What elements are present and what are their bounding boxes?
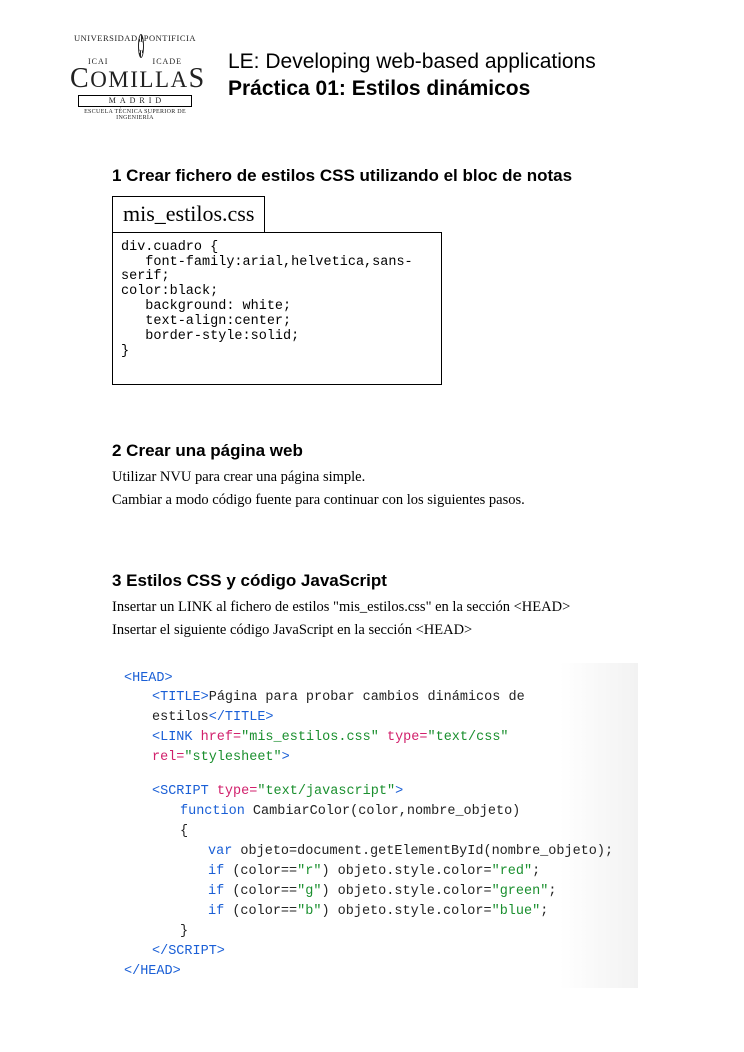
section-1-title: 1 Crear fichero de estilos CSS utilizand… — [112, 166, 674, 186]
code-if-cond-1: color== — [240, 864, 297, 879]
code-g-lit: "g" — [297, 884, 321, 899]
code-assign-1: objeto.style.color= — [338, 864, 492, 879]
css-file-tab: mis_estilos.css — [112, 196, 265, 233]
code-link-type: text/css — [436, 730, 501, 745]
css-file-body: div.cuadro { font-family:arial,helvetica… — [112, 232, 442, 385]
code-var-line: objeto=document.getElementById(nombre_ob… — [240, 844, 613, 859]
logo-madrid: MADRID — [78, 95, 192, 107]
code-assign-2: objeto.style.color= — [338, 884, 492, 899]
section-2-title: 2 Crear una página web — [112, 441, 674, 461]
head-code-block: <HEAD> <TITLE>Página para probar cambios… — [116, 663, 638, 989]
logo-name: COMILLAS — [70, 64, 200, 93]
code-link-href: mis_estilos.css — [249, 730, 371, 745]
code-green: "green" — [492, 884, 549, 899]
section-3-title: 3 Estilos CSS y código JavaScript — [112, 571, 674, 591]
section-3-p2: Insertar el siguiente código JavaScript … — [112, 622, 674, 639]
header-titles: LE: Developing web-based applications Pr… — [228, 34, 596, 101]
code-script-type: text/javascript — [265, 784, 387, 799]
code-if-cond-2: color== — [240, 884, 297, 899]
code-red: "red" — [492, 864, 533, 879]
section-2-p1: Utilizar NVU para crear una página simpl… — [112, 469, 674, 486]
university-logo: UNIVERSIDAD PONTIFICIA ICAI ICADE COMILL… — [70, 34, 200, 122]
content: 1 Crear fichero de estilos CSS utilizand… — [60, 166, 684, 988]
code-link-rel: stylesheet — [193, 750, 274, 765]
logo-school: ESCUELA TÉCNICA SUPERIOR DE INGENIERÍA — [70, 109, 200, 122]
code-b-lit: "b" — [297, 904, 321, 919]
logo-top-right: PONTIFICIA — [144, 34, 196, 58]
logo-top-left: UNIVERSIDAD — [74, 34, 138, 58]
code-blue: "blue" — [492, 904, 541, 919]
css-file-box: mis_estilos.css div.cuadro { font-family… — [112, 196, 442, 385]
page-header: UNIVERSIDAD PONTIFICIA ICAI ICADE COMILL… — [60, 34, 684, 122]
code-r-lit: "r" — [297, 864, 321, 879]
course-title: LE: Developing web-based applications — [228, 50, 596, 74]
section-2-p2: Cambiar a modo código fuente para contin… — [112, 492, 674, 509]
document-page: UNIVERSIDAD PONTIFICIA ICAI ICADE COMILL… — [0, 0, 744, 1028]
section-3-p1: Insertar un LINK al fichero de estilos "… — [112, 599, 674, 616]
code-if-cond-3: color== — [240, 904, 297, 919]
code-func-sig: CambiarColor(color,nombre_objeto) — [253, 804, 520, 819]
code-assign-3: objeto.style.color= — [338, 904, 492, 919]
practice-title: Práctica 01: Estilos dinámicos — [228, 77, 596, 101]
